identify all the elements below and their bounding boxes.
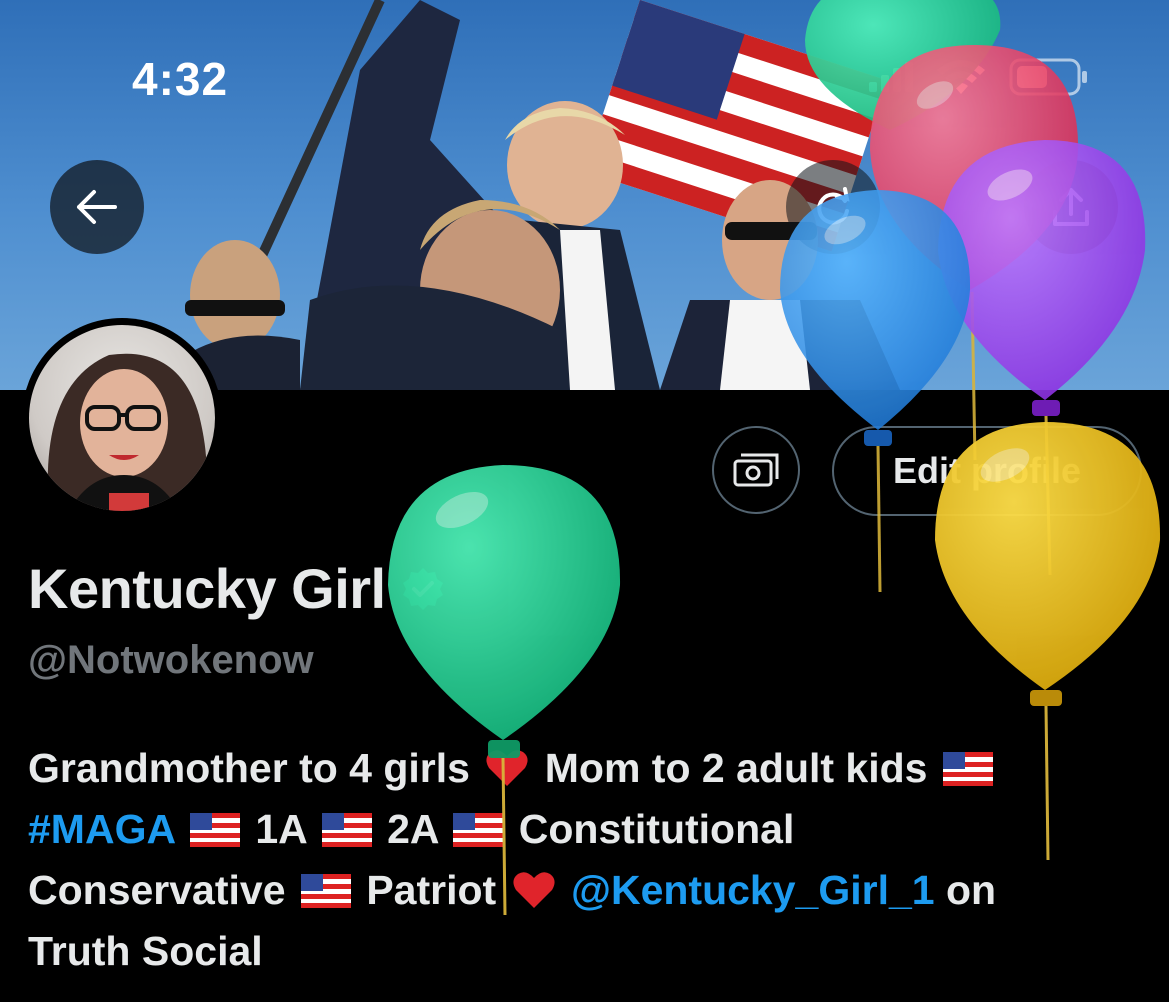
- status-time: 4:32: [132, 53, 229, 105]
- bio-text: 1A: [255, 806, 307, 852]
- display-name: Kentucky Girl: [28, 557, 386, 620]
- profile-banner[interactable]: 4:32: [0, 0, 1169, 390]
- bio-text: Grandmother to 4 girls: [28, 745, 470, 791]
- share-button[interactable]: [1024, 160, 1118, 254]
- share-icon: [1053, 188, 1089, 226]
- money-icon: [733, 453, 779, 487]
- bio-text: Constitutional: [518, 806, 795, 852]
- us-flag-icon: [453, 813, 504, 847]
- bio-line-1: Grandmother to 4 girls Mom to 2 adult ki…: [28, 738, 1138, 799]
- hashtag-link[interactable]: #MAGA: [28, 806, 175, 852]
- us-flag-icon: [321, 813, 372, 847]
- bio-line-2: #MAGA 1A 2A Constitutional: [28, 799, 1138, 860]
- bio-text: Patriot: [366, 867, 497, 913]
- bio-line-3: Conservative Patriot @Kentucky_Girl_1 on: [28, 860, 1138, 921]
- cellular-signal-icon: [869, 62, 913, 92]
- wifi-icon: [937, 60, 985, 94]
- handle: @Notwokenow: [28, 638, 314, 682]
- mention-link[interactable]: @Kentucky_Girl_1: [571, 867, 935, 913]
- us-flag-icon: [189, 813, 240, 847]
- bio-text: Mom to 2 adult kids: [544, 745, 928, 791]
- bio-text: Conservative: [28, 867, 286, 913]
- edit-profile-button[interactable]: Edit profile: [832, 426, 1142, 516]
- tip-button[interactable]: [712, 426, 800, 514]
- bio-text: 2A: [387, 806, 438, 852]
- name-row: Kentucky Girl: [28, 556, 446, 621]
- refresh-button[interactable]: [786, 160, 880, 254]
- red-heart-icon: [513, 872, 555, 908]
- refresh-icon: [817, 187, 850, 225]
- us-flag-icon: [942, 752, 993, 786]
- bio-text: on: [945, 867, 997, 913]
- battery-icon: [1009, 58, 1087, 96]
- bio-line-4: Truth Social: [28, 928, 263, 974]
- us-flag-icon: [300, 874, 351, 908]
- bio: Grandmother to 4 girls Mom to 2 adult ki…: [28, 738, 1138, 982]
- avatar[interactable]: [22, 318, 222, 518]
- back-arrow-icon: [77, 190, 117, 224]
- avatar-photo: [29, 325, 215, 511]
- back-button[interactable]: [50, 160, 144, 254]
- red-heart-icon: [486, 750, 528, 786]
- verified-badge-icon: [402, 567, 443, 610]
- status-icons: [869, 58, 1089, 96]
